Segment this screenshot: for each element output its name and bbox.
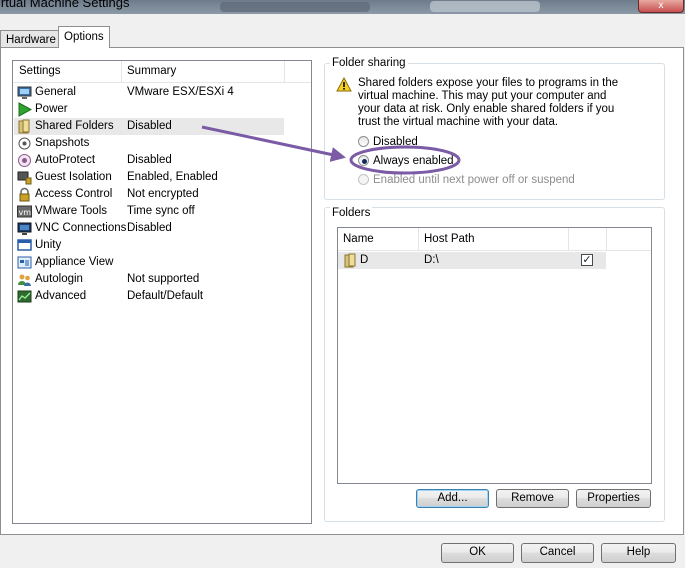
settings-list-header: Settings Summary [13, 61, 311, 83]
column-header-settings[interactable]: Settings [19, 65, 61, 77]
radio-disabled[interactable]: Disabled [358, 134, 478, 150]
radio-button [358, 174, 369, 185]
folder-sharing-label: Folder sharing [330, 57, 408, 69]
remove-folder-button[interactable]: Remove [496, 489, 569, 508]
settings-item-power[interactable]: Power [14, 101, 284, 118]
setting-name: Access Control [35, 188, 113, 200]
settings-item-vnc-connections[interactable]: VNC Connections Disabled [14, 220, 284, 237]
folder-icon [344, 253, 356, 268]
warning-icon [336, 77, 352, 92]
unity-icon [17, 239, 32, 251]
close-button[interactable]: x [638, 0, 684, 13]
tab-label: Options [64, 31, 104, 43]
tab-options[interactable]: Options [58, 26, 110, 48]
settings-item-access-control[interactable]: Access Control Not encrypted [14, 186, 284, 203]
column-header-summary[interactable]: Summary [127, 65, 176, 77]
title-bar-background [220, 2, 370, 12]
setting-name: Guest Isolation [35, 171, 112, 183]
close-icon: x [658, 0, 664, 11]
setting-name: Shared Folders [35, 120, 114, 132]
add-folder-button[interactable]: Add... [416, 489, 489, 508]
settings-item-appliance-view[interactable]: Appliance View [14, 254, 284, 271]
vnc-icon [17, 222, 32, 235]
users-icon [18, 274, 31, 286]
setting-summary: Default/Default [127, 290, 204, 302]
folder-sharing-warning: Shared folders expose your files to prog… [358, 77, 619, 128]
settings-item-general[interactable]: General VMware ESX/ESXi 4 [14, 84, 284, 101]
tab-hardware[interactable]: Hardware [0, 30, 62, 48]
title-bar: irtual Machine Settings x [0, 0, 685, 14]
setting-summary: Disabled [127, 222, 172, 234]
folder-properties-button[interactable]: Properties [576, 489, 651, 508]
folder-host-path: D:\ [424, 254, 439, 266]
folders-label: Folders [330, 207, 373, 219]
radio-label: Disabled [373, 136, 418, 148]
monitor-icon [17, 86, 32, 99]
setting-name: Snapshots [35, 137, 90, 149]
settings-item-advanced[interactable]: Advanced Default/Default [14, 288, 284, 305]
folders-table-header: Name Host Path [338, 228, 651, 251]
computer-lock-icon [17, 171, 32, 185]
settings-list[interactable]: Settings Summary General VMware ESX/ESXi… [12, 60, 312, 524]
setting-summary: Disabled [127, 154, 172, 166]
vm-icon: vm [17, 205, 32, 218]
radio-enabled-until-power-off[interactable]: Enabled until next power off or suspend [358, 172, 588, 188]
svg-text:vm: vm [19, 208, 32, 217]
column-header-name[interactable]: Name [343, 233, 374, 245]
settings-item-snapshots[interactable]: Snapshots [14, 135, 284, 152]
folder-name: D [360, 254, 369, 266]
settings-item-guest-isolation[interactable]: Guest Isolation Enabled, Enabled [14, 169, 284, 186]
setting-summary: Disabled [127, 120, 172, 132]
chart-icon [17, 290, 32, 303]
autoprotect-icon [18, 154, 31, 167]
settings-item-shared-folders[interactable]: Shared Folders Disabled [14, 118, 284, 135]
radio-label: Always enabled [373, 155, 454, 167]
setting-summary: Not encrypted [127, 188, 199, 200]
settings-item-autologin[interactable]: Autologin Not supported [14, 271, 284, 288]
folder-icon [18, 119, 30, 134]
snapshot-icon [18, 137, 31, 150]
appliance-icon [17, 256, 32, 269]
setting-summary: Time sync off [127, 205, 195, 217]
tab-label: Hardware [6, 34, 56, 46]
setting-name: Autologin [35, 273, 83, 285]
setting-name: Appliance View [35, 256, 114, 268]
setting-name: VNC Connections [35, 222, 127, 234]
setting-name: Unity [35, 239, 62, 251]
settings-item-autoprotect[interactable]: AutoProtect Disabled [14, 152, 284, 169]
cancel-button[interactable]: Cancel [521, 543, 594, 563]
table-row[interactable]: D D:\ ✓ [338, 252, 606, 269]
ok-button[interactable]: OK [441, 543, 514, 563]
setting-name: Power [35, 103, 68, 115]
settings-item-vmware-tools[interactable]: vm VMware Tools Time sync off [14, 203, 284, 220]
setting-name: Advanced [35, 290, 87, 302]
setting-summary: VMware ESX/ESXi 4 [127, 86, 234, 98]
window-title: irtual Machine Settings [0, 0, 130, 10]
folders-table[interactable]: Name Host Path D D:\ ✓ [337, 227, 652, 484]
play-icon [18, 102, 32, 117]
title-bar-background [430, 1, 540, 12]
radio-always-enabled[interactable]: Always enabled [358, 153, 478, 169]
radio-button [358, 136, 369, 147]
setting-name: AutoProtect [35, 154, 96, 166]
lock-icon [19, 187, 30, 202]
settings-item-unity[interactable]: Unity [14, 237, 284, 254]
setting-summary: Enabled, Enabled [127, 171, 218, 183]
setting-name: VMware Tools [35, 205, 108, 217]
radio-selected-dot [362, 159, 367, 164]
setting-summary: Not supported [127, 273, 200, 285]
folder-enabled-checkbox[interactable]: ✓ [581, 254, 593, 266]
radio-label: Enabled until next power off or suspend [373, 174, 575, 186]
column-header-host-path[interactable]: Host Path [424, 233, 475, 245]
setting-name: General [35, 86, 76, 98]
radio-button [358, 155, 369, 166]
help-button[interactable]: Help [601, 543, 676, 563]
